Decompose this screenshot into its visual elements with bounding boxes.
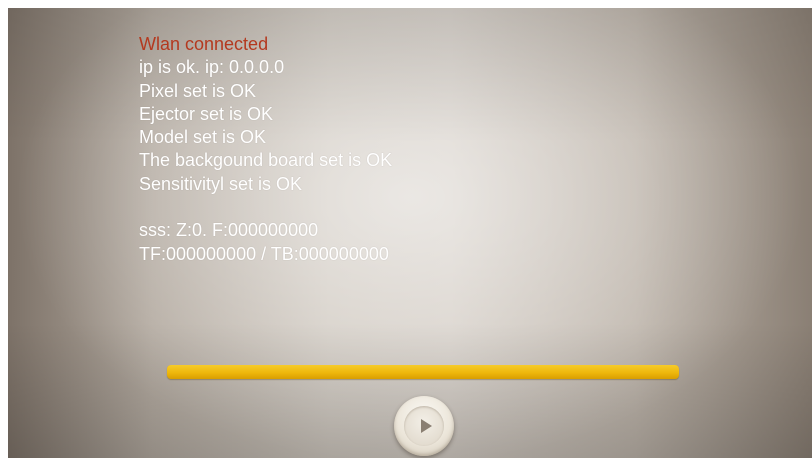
ejector-status-line: Ejector set is OK — [139, 103, 274, 124]
loading-progress-fill — [167, 365, 679, 379]
tf-tb-counter-line: TF:000000000 / TB:000000000 — [139, 243, 389, 264]
play-icon — [421, 419, 432, 433]
model-status-line: Model set is OK — [139, 127, 267, 148]
pixel-status-line: Pixel set is OK — [139, 80, 257, 101]
play-button[interactable] — [394, 396, 454, 456]
sensitivity-status-line: Sensitivityl set is OK — [139, 173, 303, 194]
wlan-status-text: Wlan connected — [139, 34, 269, 54]
startup-screen: Wlan connected ip is ok. ip: 0.0.0.0 Pix… — [8, 8, 812, 458]
play-button-face — [404, 406, 444, 446]
ip-status-line: ip is ok. ip: 0.0.0.0 — [139, 57, 285, 78]
sss-counter-line: sss: Z:0. F:000000000 — [139, 220, 319, 241]
loading-progress-bar — [167, 365, 679, 379]
background-board-status-line: The backgound board set is OK — [139, 150, 393, 171]
startup-log: Wlan connected ip is ok. ip: 0.0.0.0 Pix… — [139, 33, 392, 266]
log-spacer — [139, 196, 392, 219]
